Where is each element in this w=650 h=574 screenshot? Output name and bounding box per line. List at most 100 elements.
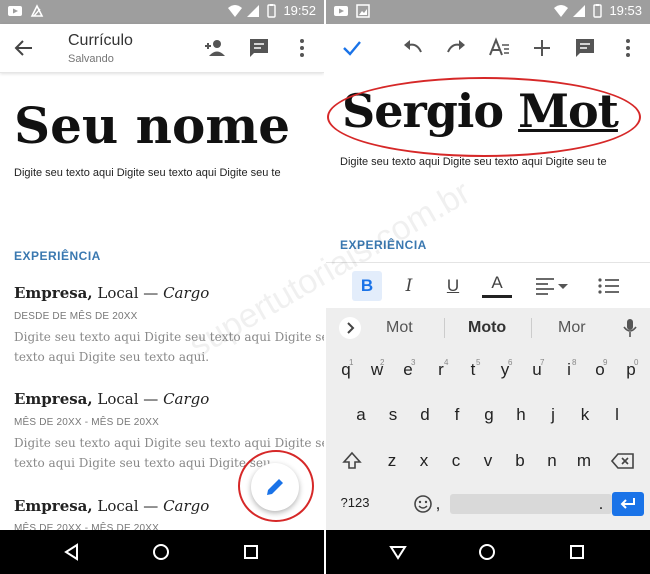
status-bar: 19:53 <box>326 0 650 24</box>
shift-icon[interactable] <box>342 451 362 471</box>
key-hint-5: 5 <box>476 358 481 367</box>
suggestion-separator <box>531 318 532 338</box>
home-nav-icon[interactable] <box>477 542 497 562</box>
comma-key[interactable]: , <box>427 494 449 514</box>
intro-text[interactable]: Digite seu texto aqui Digite seu texto a… <box>340 156 607 168</box>
job-title-1[interactable]: Empresa, Local — Cargo <box>14 284 209 302</box>
text-format-icon[interactable] <box>487 36 511 60</box>
edit-toolbar <box>326 24 650 72</box>
intro-text[interactable]: Digite seu texto aqui Digite seu texto a… <box>14 167 281 179</box>
back-arrow-icon[interactable] <box>12 36 36 60</box>
key-m[interactable]: m <box>573 451 595 471</box>
document-title: Currículo <box>68 32 133 49</box>
job-title-3[interactable]: Empresa, Local — Cargo <box>14 497 209 515</box>
back-nav-icon[interactable] <box>62 542 82 562</box>
symbols-key[interactable]: ?123 <box>336 495 374 510</box>
key-g[interactable]: g <box>478 405 500 425</box>
add-person-icon[interactable] <box>203 36 227 60</box>
key-w[interactable]: w <box>366 360 388 380</box>
key-e[interactable]: e <box>397 360 419 380</box>
key-t[interactable]: t <box>462 360 484 380</box>
key-c[interactable]: c <box>445 451 467 471</box>
key-l[interactable]: l <box>606 405 628 425</box>
enter-key[interactable] <box>612 492 644 516</box>
more-options-icon[interactable] <box>290 36 314 60</box>
navigation-bar <box>0 530 324 574</box>
section-heading-experience: EXPERIÊNCIA <box>340 238 427 252</box>
recents-nav-icon[interactable] <box>567 542 587 562</box>
suggestion-1[interactable]: Mot <box>386 319 413 337</box>
more-options-icon[interactable] <box>616 36 640 60</box>
image-notification-icon <box>356 4 370 18</box>
bold-button[interactable]: B <box>352 271 382 301</box>
key-b[interactable]: b <box>509 451 531 471</box>
spacebar[interactable] <box>450 494 612 514</box>
comment-icon[interactable] <box>573 36 597 60</box>
job-title-2[interactable]: Empresa, Local — Cargo <box>14 390 209 408</box>
align-dropdown-icon[interactable] <box>534 277 568 295</box>
key-q[interactable]: q <box>335 360 357 380</box>
save-status: Salvando <box>68 53 114 65</box>
key-i[interactable]: i <box>558 360 580 380</box>
key-z[interactable]: z <box>381 451 403 471</box>
key-h[interactable]: h <box>510 405 532 425</box>
undo-icon[interactable] <box>401 36 425 60</box>
job-description-1-line-2[interactable]: texto aqui Digite seu texto aqui. <box>14 347 209 367</box>
key-o[interactable]: o <box>589 360 611 380</box>
soft-keyboard: Mot Moto Mor q w e r t y u i o p 1 2 3 4… <box>326 308 650 530</box>
status-time: 19:52 <box>283 3 316 18</box>
key-x[interactable]: x <box>413 451 435 471</box>
key-f[interactable]: f <box>446 405 468 425</box>
key-n[interactable]: n <box>541 451 563 471</box>
wifi-icon <box>228 5 242 17</box>
key-y[interactable]: y <box>494 360 516 380</box>
back-nav-icon[interactable] <box>388 542 408 562</box>
backspace-icon[interactable] <box>611 453 635 469</box>
key-hint-0: 0 <box>634 358 639 367</box>
key-hint-6: 6 <box>508 358 513 367</box>
key-hint-1: 1 <box>349 358 354 367</box>
comment-icon[interactable] <box>247 36 271 60</box>
enter-arrow-icon <box>620 498 635 509</box>
italic-button[interactable]: I <box>394 271 424 301</box>
recents-nav-icon[interactable] <box>241 542 261 562</box>
resume-name-heading[interactable]: Seu nome <box>14 96 290 155</box>
signal-icon <box>573 5 585 17</box>
key-hint-9: 9 <box>603 358 608 367</box>
key-a[interactable]: a <box>350 405 372 425</box>
expand-chevron-icon[interactable] <box>338 316 362 340</box>
key-d[interactable]: d <box>414 405 436 425</box>
job-dates-1[interactable]: DESDE DE MÊS DE 20XX <box>14 311 137 322</box>
text-color-button[interactable]: A <box>482 271 512 298</box>
home-nav-icon[interactable] <box>151 542 171 562</box>
underline-button[interactable]: U <box>438 271 468 301</box>
key-u[interactable]: u <box>526 360 548 380</box>
key-j[interactable]: j <box>542 405 564 425</box>
key-k[interactable]: k <box>574 405 596 425</box>
microphone-icon[interactable] <box>622 318 638 338</box>
key-s[interactable]: s <box>382 405 404 425</box>
suggestion-2[interactable]: Moto <box>468 319 506 337</box>
status-time: 19:53 <box>609 3 642 18</box>
job-dates-2[interactable]: MÊS DE 20XX - MÊS DE 20XX <box>14 417 159 428</box>
bullet-list-icon[interactable] <box>598 277 620 295</box>
key-p[interactable]: p <box>620 360 642 380</box>
battery-icon <box>267 4 276 18</box>
period-key[interactable]: . <box>590 494 612 514</box>
app-toolbar: Currículo Salvando <box>0 24 324 73</box>
highlight-ellipse <box>327 77 641 157</box>
job-description-2-line-2[interactable]: texto aqui Digite seu texto aqui Digite … <box>14 453 271 473</box>
check-icon[interactable] <box>340 36 364 60</box>
key-v[interactable]: v <box>477 451 499 471</box>
battery-icon <box>593 4 602 18</box>
youtube-notification-icon <box>334 6 348 16</box>
key-hint-7: 7 <box>540 358 545 367</box>
insert-plus-icon[interactable] <box>530 36 554 60</box>
section-heading-experience: EXPERIÊNCIA <box>14 249 101 263</box>
suggestion-3[interactable]: Mor <box>558 319 586 337</box>
right-screenshot: 19:53 Sergio Mot Digite seu texto aqui D… <box>326 0 650 574</box>
redo-icon[interactable] <box>444 36 468 60</box>
job-description-1-line-1[interactable]: Digite seu texto aqui Digite seu texto a… <box>14 327 324 347</box>
key-r[interactable]: r <box>430 360 452 380</box>
key-hint-3: 3 <box>411 358 416 367</box>
